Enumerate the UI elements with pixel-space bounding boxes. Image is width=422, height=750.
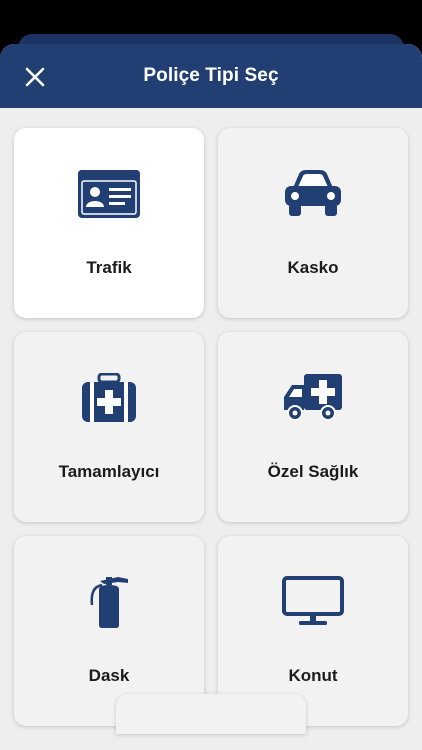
policy-card-trafik[interactable]: Trafik	[14, 128, 204, 318]
policy-card-kasko[interactable]: Kasko	[218, 128, 408, 318]
policy-card-label: Dask	[88, 666, 130, 685]
policy-type-sheet: Poliçe Tipi Seç Trafik Kasko Tamamlayıcı…	[0, 44, 422, 750]
sheet-header: Poliçe Tipi Seç	[0, 44, 422, 108]
policy-card-tamamlayici[interactable]: Tamamlayıcı	[14, 332, 204, 522]
close-icon	[25, 67, 45, 87]
policy-type-grid: Trafik Kasko Tamamlayıcı Özel Sağlık Das…	[14, 128, 408, 726]
policy-card-label: Tamamlayıcı	[58, 462, 160, 481]
policy-card-label: Kasko	[287, 258, 339, 277]
id-card-icon	[74, 164, 144, 224]
policy-card-ozel-saglik[interactable]: Özel Sağlık	[218, 332, 408, 522]
car-icon	[278, 164, 348, 224]
next-card-peek	[116, 694, 306, 734]
page-title: Poliçe Tipi Seç	[143, 65, 279, 86]
medical-kit-icon	[74, 368, 144, 428]
policy-card-label: Özel Sağlık	[267, 462, 359, 481]
screen: Poliçe Tipi Seç Trafik Kasko Tamamlayıcı…	[0, 0, 422, 750]
monitor-icon	[278, 572, 348, 632]
policy-card-label: Konut	[288, 666, 338, 685]
ambulance-icon	[278, 368, 348, 428]
close-button[interactable]	[22, 64, 48, 90]
fire-extinguisher-icon	[74, 572, 144, 632]
policy-card-label: Trafik	[86, 258, 132, 277]
